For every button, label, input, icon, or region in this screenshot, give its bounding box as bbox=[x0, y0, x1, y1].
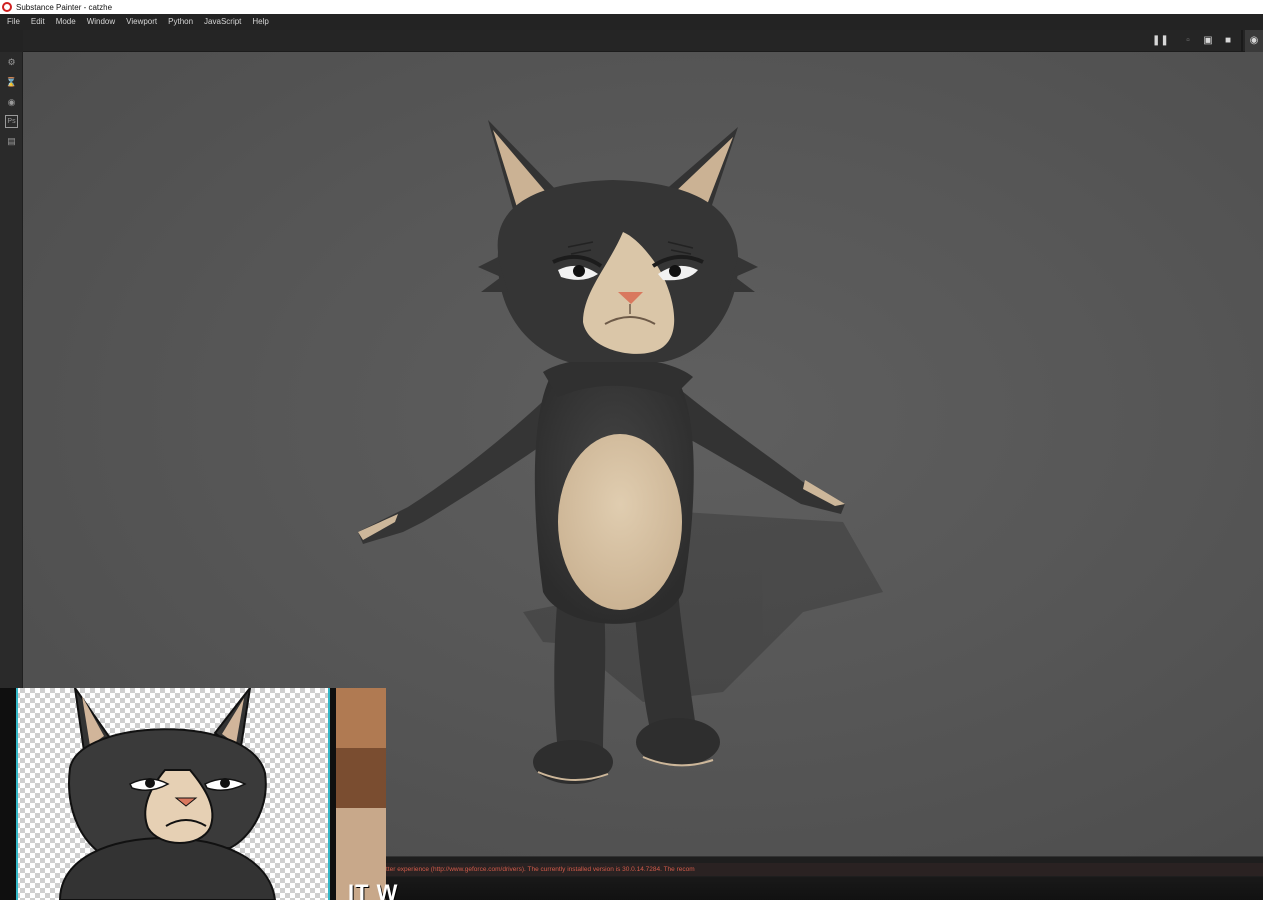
shelf-icon[interactable]: ◉ bbox=[5, 96, 18, 109]
export-icon[interactable]: ▤ bbox=[5, 135, 18, 148]
settings-icon[interactable]: ⚙ bbox=[5, 56, 18, 69]
grumpy-cat-reference-drawing bbox=[16, 688, 386, 900]
frame-icon[interactable]: ▫ bbox=[1180, 33, 1196, 49]
cube-view-icon[interactable]: ▣ bbox=[1200, 33, 1216, 49]
menu-javascript[interactable]: JavaScript bbox=[200, 14, 245, 30]
substance-painter-window: Substance Painter - catzhe File Edit Mod… bbox=[0, 0, 1263, 900]
log-panel: tter experience (http://www.geforce.com/… bbox=[386, 856, 1263, 900]
menu-window[interactable]: Window bbox=[83, 14, 119, 30]
left-tool-strip: ⚙ ⌛ ◉ Ps ▤ bbox=[0, 52, 23, 688]
menu-python[interactable]: Python bbox=[164, 14, 197, 30]
log-error-message: tter experience (http://www.geforce.com/… bbox=[386, 863, 1263, 876]
left-foot bbox=[533, 740, 613, 784]
toolbar-left-corner bbox=[0, 30, 23, 52]
window-title: Substance Painter - catzhe bbox=[16, 2, 113, 12]
substance-painter-logo-icon bbox=[2, 2, 12, 12]
pause-icon[interactable]: ❚❚ bbox=[1152, 33, 1169, 49]
belly bbox=[558, 434, 682, 610]
toolbar-separator bbox=[1241, 30, 1243, 52]
menu-edit[interactable]: Edit bbox=[27, 14, 49, 30]
menu-mode[interactable]: Mode bbox=[52, 14, 80, 30]
photoshop-icon[interactable]: Ps bbox=[5, 115, 18, 128]
camera-icon[interactable]: ■ bbox=[1220, 33, 1236, 49]
history-icon[interactable]: ⌛ bbox=[5, 76, 18, 89]
menu-help[interactable]: Help bbox=[248, 14, 272, 30]
menu-viewport[interactable]: Viewport bbox=[122, 14, 161, 30]
log-panel-footer bbox=[386, 877, 1263, 900]
title-bar: Substance Painter - catzhe bbox=[0, 0, 1263, 14]
menu-file[interactable]: File bbox=[3, 14, 24, 30]
meme-caption-text: IT W bbox=[348, 880, 399, 900]
menu-bar: File Edit Mode Window Viewport Python Ja… bbox=[0, 14, 1263, 30]
screenshot-icon[interactable]: ◉ bbox=[1245, 30, 1263, 52]
reference-image-overlay: IT W bbox=[0, 688, 397, 900]
viewport-toolbar: ❚❚ ▫ ▣ ■ ◉ bbox=[0, 30, 1263, 52]
